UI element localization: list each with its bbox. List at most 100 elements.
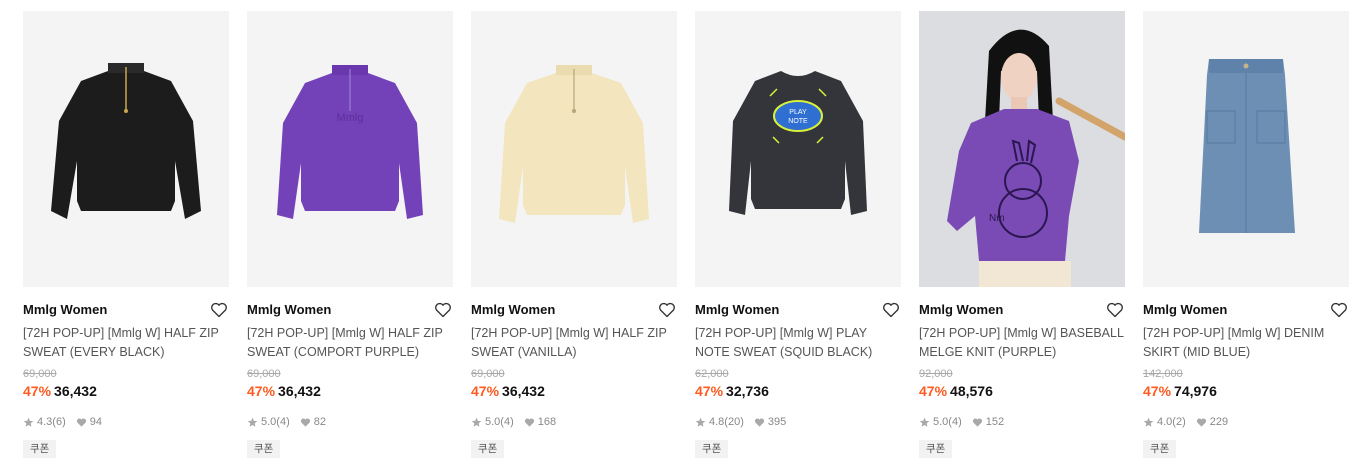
rating-score: 5.0 (261, 416, 277, 428)
rating-score: 4.8 (709, 416, 725, 428)
sale-price: 74,976 (1174, 383, 1217, 399)
original-price: 62,000 (695, 368, 729, 380)
sale-price: 48,576 (950, 383, 993, 399)
review-count: (2) (1172, 416, 1186, 428)
product-card[interactable]: Mmlg Women [72H POP-UP] [Mmlg W] DENIM S… (1143, 11, 1349, 458)
like-count: 94 (89, 416, 102, 428)
coupon-badge: 쿠폰 (919, 440, 953, 458)
brand-name[interactable]: Mmlg Women (23, 300, 229, 320)
product-image[interactable] (23, 11, 229, 287)
product-stats: 5.0 (4) 152 (919, 415, 1125, 429)
review-count: (4) (276, 416, 290, 428)
price-row: 47% 74,976 (1143, 381, 1349, 401)
star-icon (695, 417, 706, 427)
svg-text:Mmlg: Mmlg (337, 112, 364, 124)
likes-heart-icon (754, 418, 764, 427)
likes-heart-icon (1196, 418, 1206, 427)
product-title[interactable]: [72H POP-UP] [Mmlg W] DENIM SKIRT (MID B… (1143, 324, 1349, 362)
price-row: 47% 36,432 (23, 381, 229, 401)
product-image[interactable] (471, 11, 677, 287)
review-count: (4) (948, 416, 962, 428)
price-row: 47% 36,432 (247, 381, 453, 401)
product-grid: Mmlg Women [72H POP-UP] [Mmlg W] HALF ZI… (23, 11, 1349, 458)
product-title[interactable]: [72H POP-UP] [Mmlg W] PLAY NOTE SWEAT (S… (695, 324, 901, 362)
product-image[interactable]: PLAY NOTE (695, 11, 901, 287)
wishlist-heart-icon[interactable] (657, 300, 677, 320)
product-title[interactable]: [72H POP-UP] [Mmlg W] HALF ZIP SWEAT (EV… (23, 324, 229, 362)
brand-name[interactable]: Mmlg Women (1143, 300, 1349, 320)
star-icon (23, 417, 34, 427)
svg-text:Nm: Nm (989, 213, 1005, 224)
product-stats: 5.0 (4) 82 (247, 415, 453, 429)
rating-score: 5.0 (485, 416, 501, 428)
discount-rate: 47% (23, 383, 52, 399)
coupon-badge: 쿠폰 (247, 440, 281, 458)
star-icon (471, 417, 482, 427)
like-count: 395 (767, 416, 787, 428)
svg-text:PLAY: PLAY (789, 109, 807, 116)
original-price: 92,000 (919, 368, 953, 380)
product-image[interactable]: Mmlg (247, 11, 453, 287)
like-count: 168 (537, 416, 557, 428)
brand-name[interactable]: Mmlg Women (919, 300, 1125, 320)
sale-price: 36,432 (54, 383, 97, 399)
rating-score: 4.0 (1157, 416, 1173, 428)
product-image[interactable]: Nm (919, 11, 1125, 287)
product-card[interactable]: Mmlg Mmlg Women [72H POP-UP] [Mmlg W] HA… (247, 11, 453, 458)
discount-rate: 47% (247, 383, 276, 399)
original-price: 142,000 (1143, 368, 1183, 380)
product-card[interactable]: Mmlg Women [72H POP-UP] [Mmlg W] HALF ZI… (471, 11, 677, 458)
product-image[interactable] (1143, 11, 1349, 287)
rating-score: 4.3 (37, 416, 53, 428)
coupon-badge: 쿠폰 (471, 440, 505, 458)
likes-heart-icon (972, 418, 982, 427)
product-title[interactable]: [72H POP-UP] [Mmlg W] BASEBALL MELGE KNI… (919, 324, 1125, 362)
wishlist-heart-icon[interactable] (433, 300, 453, 320)
like-count: 152 (985, 416, 1005, 428)
sale-price: 32,736 (726, 383, 769, 399)
product-stats: 5.0 (4) 168 (471, 415, 677, 429)
price-row: 47% 32,736 (695, 381, 901, 401)
wishlist-heart-icon[interactable] (1329, 300, 1349, 320)
sale-price: 36,432 (502, 383, 545, 399)
star-icon (919, 417, 930, 427)
star-icon (247, 417, 258, 427)
wishlist-heart-icon[interactable] (209, 300, 229, 320)
likes-heart-icon (76, 418, 86, 427)
discount-rate: 47% (695, 383, 724, 399)
review-count: (4) (500, 416, 514, 428)
wishlist-heart-icon[interactable] (881, 300, 901, 320)
coupon-badge: 쿠폰 (695, 440, 729, 458)
brand-name[interactable]: Mmlg Women (247, 300, 453, 320)
rating-score: 5.0 (933, 416, 949, 428)
coupon-badge: 쿠폰 (23, 440, 57, 458)
coupon-badge: 쿠폰 (1143, 440, 1177, 458)
review-count: (20) (724, 416, 744, 428)
svg-text:NOTE: NOTE (788, 118, 808, 125)
review-count: (6) (52, 416, 66, 428)
product-stats: 4.0 (2) 229 (1143, 415, 1349, 429)
product-stats: 4.3 (6) 94 (23, 415, 229, 429)
brand-name[interactable]: Mmlg Women (695, 300, 901, 320)
likes-heart-icon (300, 418, 310, 427)
wishlist-heart-icon[interactable] (1105, 300, 1125, 320)
price-row: 47% 48,576 (919, 381, 1125, 401)
product-card[interactable]: PLAY NOTE Mmlg Women [72H POP-UP] [Mmlg … (695, 11, 901, 458)
discount-rate: 47% (919, 383, 948, 399)
like-count: 82 (313, 416, 326, 428)
product-card[interactable]: Mmlg Women [72H POP-UP] [Mmlg W] HALF ZI… (23, 11, 229, 458)
product-title[interactable]: [72H POP-UP] [Mmlg W] HALF ZIP SWEAT (VA… (471, 324, 677, 362)
original-price: 69,000 (247, 368, 281, 380)
likes-heart-icon (524, 418, 534, 427)
product-card[interactable]: Nm Mmlg Women [72H POP-UP] [Mmlg W] BASE… (919, 11, 1125, 458)
sale-price: 36,432 (278, 383, 321, 399)
product-title[interactable]: [72H POP-UP] [Mmlg W] HALF ZIP SWEAT (CO… (247, 324, 453, 362)
product-stats: 4.8 (20) 395 (695, 415, 901, 429)
original-price: 69,000 (23, 368, 57, 380)
discount-rate: 47% (471, 383, 500, 399)
price-row: 47% 36,432 (471, 381, 677, 401)
brand-name[interactable]: Mmlg Women (471, 300, 677, 320)
original-price: 69,000 (471, 368, 505, 380)
discount-rate: 47% (1143, 383, 1172, 399)
like-count: 229 (1209, 416, 1229, 428)
